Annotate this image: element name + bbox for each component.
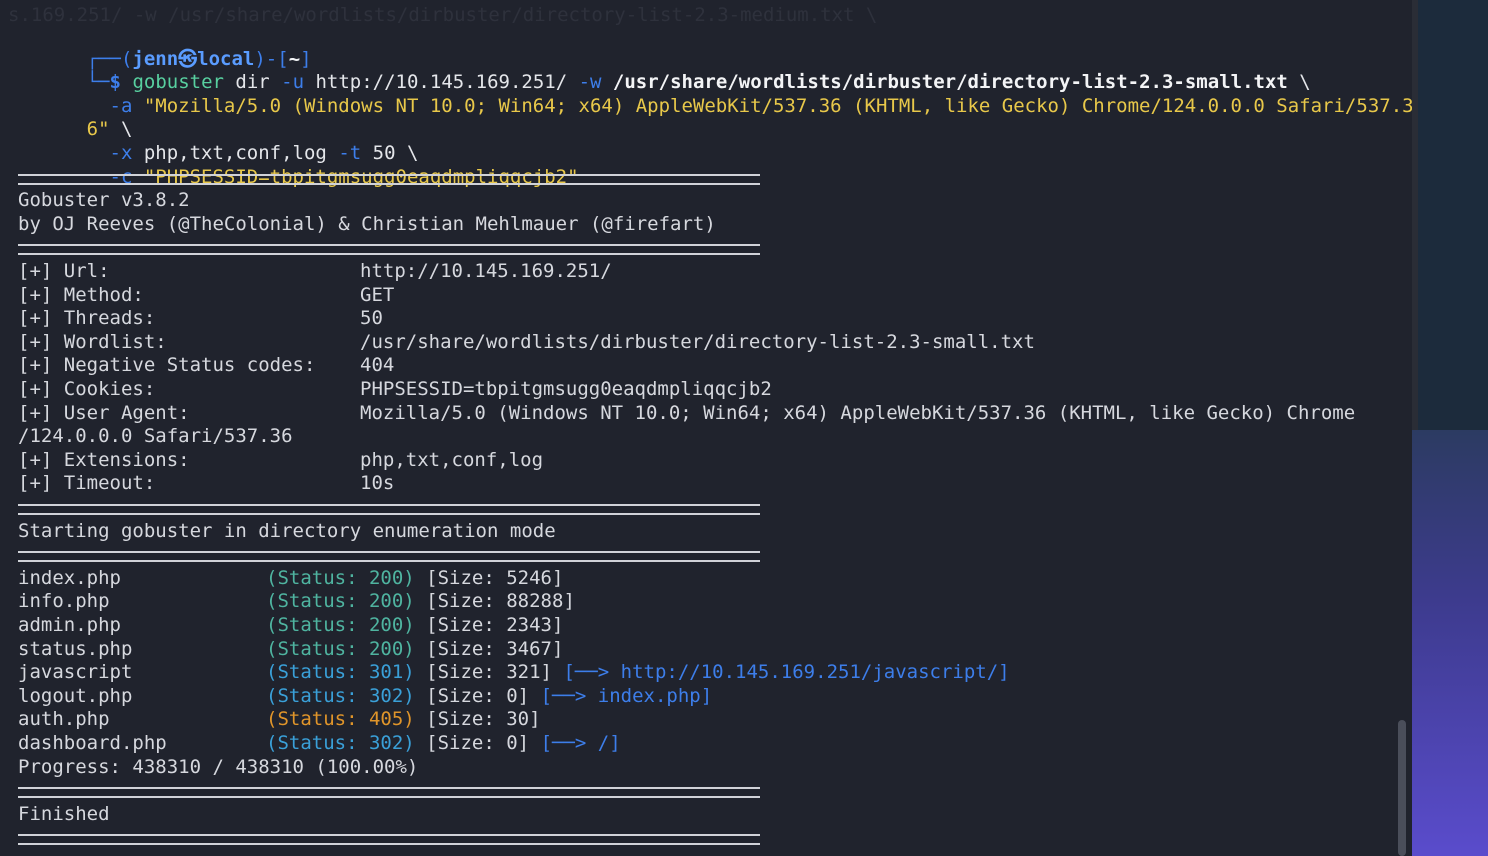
result-redirect-link[interactable]: [──> index.php] (541, 685, 713, 707)
terminal-scrollbar[interactable] (1398, 720, 1406, 856)
config-key: [+] Threads: (18, 307, 156, 330)
config-row: [+] Url: (18, 260, 110, 284)
config-value: /usr/share/wordlists/dirbuster/directory… (360, 330, 1035, 353)
banner-version: Gobuster v3.8.2 (18, 189, 190, 212)
result-status: (Status: 302) (266, 684, 415, 707)
config-value: 50 (360, 307, 383, 330)
command-line-cookie: -c "PHPSESSID=tbpitgmsugg0eaqdmpliqqcjb2… (18, 142, 579, 188)
result-redirect-link[interactable]: [──> http://10.145.169.251/javascript/] (563, 661, 1009, 683)
result-path: index.php (18, 566, 121, 589)
prompt-line: ┌──(jenn㉿local)-[~] (18, 24, 312, 70)
config-key: [+] Timeout: (18, 472, 156, 495)
result-path: javascript (18, 661, 133, 684)
config-row: [+] Negative Status codes: (18, 354, 315, 378)
config-key: [+] Cookies: (18, 378, 156, 400)
progress-line: Progress: 438310 / 438310 (100.00%) (18, 755, 419, 778)
config-key: [+] User Agent: (18, 401, 190, 424)
config-key: [+] Negative Status codes: (18, 354, 316, 377)
config-row: [+] Timeout: (18, 472, 155, 496)
result-row: status.php (Status: 200) [Size: 3467] (18, 638, 563, 662)
result-size: [Size: 2343] (426, 614, 564, 636)
config-value: GET (360, 283, 395, 306)
result-status: (Status: 405) (266, 708, 415, 731)
result-path: auth.php (18, 708, 110, 731)
banner-authors: by OJ Reeves (@TheColonial) & Christian … (18, 212, 716, 235)
result-row: auth.php (Status: 405) [Size: 30] (18, 708, 541, 732)
user-agent-wrap-line: /124.0.0.0 Safari/537.36 (18, 425, 293, 448)
result-row: info.php (Status: 200) [Size: 88288] (18, 590, 575, 614)
result-row: admin.php (Status: 200) [Size: 2343] (18, 614, 563, 638)
config-row: [+] Threads: (18, 307, 155, 331)
result-size: [Size: 0] (426, 684, 530, 707)
finished-line: Finished (18, 802, 110, 825)
result-status: (Status: 200) (266, 566, 415, 589)
result-path: info.php (18, 590, 110, 613)
config-row: [+] Extensions: (18, 449, 190, 473)
terminal-window[interactable]: s.169.251/ -w /usr/share/wordlists/dirbu… (0, 0, 1412, 856)
user-agent-string: "Mozilla/5.0 (Windows NT 10.0; Win64; x6… (143, 94, 1412, 117)
config-key: [+] Url: (18, 260, 110, 282)
result-row: dashboard.php (Status: 302) [Size: 0] [──… (18, 732, 621, 756)
result-size: [Size: 5246] (426, 566, 564, 589)
command-line: └─$ gobuster dir -u http://10.145.169.25… (18, 48, 1311, 93)
config-row: [+] User Agent: (18, 402, 190, 426)
separator-rule (18, 174, 760, 185)
config-row: [+] Cookies: (18, 378, 155, 402)
command-line-ext: -x php,txt,conf,log -t 50 \ (18, 118, 419, 164)
config-value: PHPSESSID=tbpitgmsugg0eaqdmpliqqcjb2 (360, 378, 772, 400)
result-status: (Status: 200) (266, 637, 415, 660)
command-line-ua-wrap: 6" \ (86, 118, 133, 141)
result-status: (Status: 200) (266, 614, 415, 636)
separator-rule (18, 551, 760, 562)
result-size: [Size: 88288] (426, 590, 575, 613)
result-size: [Size: 321] (426, 661, 553, 684)
config-value: php,txt,conf,log (360, 448, 544, 471)
mode-message: Starting gobuster in directory enumerati… (18, 519, 556, 542)
desktop-background (1412, 0, 1488, 856)
result-path: status.php (18, 637, 133, 660)
result-status: (Status: 302) (266, 732, 415, 754)
config-row: [+] Wordlist: (18, 331, 167, 355)
config-value: http://10.145.169.251/ (360, 260, 612, 282)
wallpaper-gradient (1412, 430, 1488, 856)
result-path: admin.php (18, 614, 121, 636)
config-value: 10s (360, 472, 395, 495)
result-size: [Size: 0] (426, 732, 530, 754)
config-value: 404 (360, 354, 395, 377)
result-path: logout.php (18, 684, 133, 707)
result-row: javascript (Status: 301) [Size: 321] [──>… (18, 661, 1010, 685)
config-key: [+] Extensions: (18, 448, 190, 471)
config-row: [+] Method: (18, 284, 144, 308)
result-status: (Status: 301) (266, 661, 415, 684)
result-path: dashboard.php (18, 732, 167, 754)
config-key: [+] Wordlist: (18, 330, 167, 353)
result-row: index.php (Status: 200) [Size: 5246] (18, 567, 563, 591)
command-line-ua: -a "Mozilla/5.0 (Windows NT 10.0; Win64;… (18, 71, 1412, 117)
config-key: [+] Method: (18, 283, 144, 306)
separator-rule (18, 787, 760, 798)
separator-rule (18, 504, 760, 515)
result-redirect-link[interactable]: [──> /] (541, 732, 621, 754)
result-row: logout.php (Status: 302) [Size: 0] [──> i… (18, 685, 712, 709)
result-size: [Size: 3467] (426, 637, 564, 660)
separator-rule (18, 244, 760, 255)
result-size: [Size: 30] (426, 708, 541, 731)
separator-rule (18, 834, 760, 845)
config-value: Mozilla/5.0 (Windows NT 10.0; Win64; x64… (360, 401, 1356, 424)
result-status: (Status: 200) (266, 590, 415, 613)
